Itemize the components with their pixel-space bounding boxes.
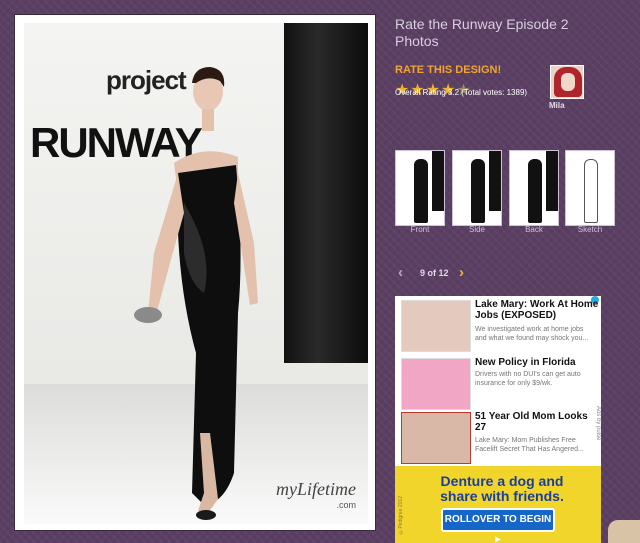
ad-headline[interactable]: Lake Mary: Work At Home Jobs (EXPOSED) <box>475 299 599 321</box>
thumbnail-front[interactable] <box>395 150 445 226</box>
gallery-title: Rate the Runway Episode 2 Photos <box>395 16 569 49</box>
thumbnail-side[interactable] <box>452 150 502 226</box>
next-arrow-icon[interactable]: › <box>459 264 464 281</box>
rate-this-design-label: RATE THIS DESIGN! <box>395 64 502 76</box>
judge-avatar[interactable] <box>550 65 584 99</box>
overall-rating-text: Overall Rating 3.2 (Total votes: 1389) <box>395 88 528 97</box>
ad-image[interactable] <box>401 300 471 352</box>
ads-by-label[interactable]: Ads by pulse <box>595 406 601 440</box>
thumbnail-label-front: Front <box>410 225 430 234</box>
ad-image[interactable] <box>401 412 471 464</box>
ad-item[interactable]: Lake Mary: Work At Home Jobs (EXPOSED) W… <box>401 298 601 354</box>
runway-photo[interactable]: project RUNWAY myLifetime .com <box>24 23 368 524</box>
thumbnail-label-side: Side <box>468 225 485 234</box>
ad-body: Drivers with no DUI's can get auto insur… <box>475 371 581 387</box>
ad-headline[interactable]: 51 Year Old Mom Looks 27 <box>475 411 599 433</box>
banner-copyright: ©Pedigree 2012 <box>398 496 404 535</box>
lifetime-watermark-text: myLifetime <box>276 479 356 499</box>
ad-image[interactable] <box>401 358 471 410</box>
banner-headline: Denture a dog and share with friends. <box>440 473 564 504</box>
lifetime-watermark-sub: .com <box>336 500 356 510</box>
backstage-curtain <box>284 23 368 363</box>
ad-headline[interactable]: New Policy in Florida <box>475 357 599 368</box>
ad-body: We investigated work at home jobs and wh… <box>475 326 589 342</box>
ad-item[interactable]: 51 Year Old Mom Looks 27 Lake Mary: Mom … <box>401 410 601 466</box>
thumbnail-label-back: Back <box>525 225 543 234</box>
photo-pager: ‹ 9 of 12 › <box>398 264 478 282</box>
pedigree-banner-ad[interactable]: ©Pedigree 2012 Denture a dog and share w… <box>395 466 601 543</box>
thumbnail-label-sketch: Sketch <box>577 225 603 234</box>
prev-arrow-icon[interactable]: ‹ <box>398 264 403 281</box>
judge-name: Mila <box>549 101 565 110</box>
ad-item[interactable]: New Policy in Florida Drivers with no DU… <box>401 356 601 412</box>
sponsored-ad-block: Lake Mary: Work At Home Jobs (EXPOSED) W… <box>395 296 601 466</box>
thumbnail-sketch[interactable] <box>565 150 615 226</box>
thumbnail-back[interactable] <box>509 150 559 226</box>
ad-body: Lake Mary: Mom Publishes Free Facelift S… <box>475 437 584 453</box>
dog-image <box>608 520 640 543</box>
main-photo-frame: project RUNWAY myLifetime .com <box>14 14 376 531</box>
lifetime-watermark: myLifetime .com <box>276 479 356 510</box>
rollover-button[interactable]: ROLLOVER TO BEGIN ▸ <box>441 508 555 543</box>
photo-count: 9 of 12 <box>420 268 449 278</box>
thumbnail-strip: Front Side Back Sketch <box>395 150 617 238</box>
model-figure <box>134 67 258 520</box>
